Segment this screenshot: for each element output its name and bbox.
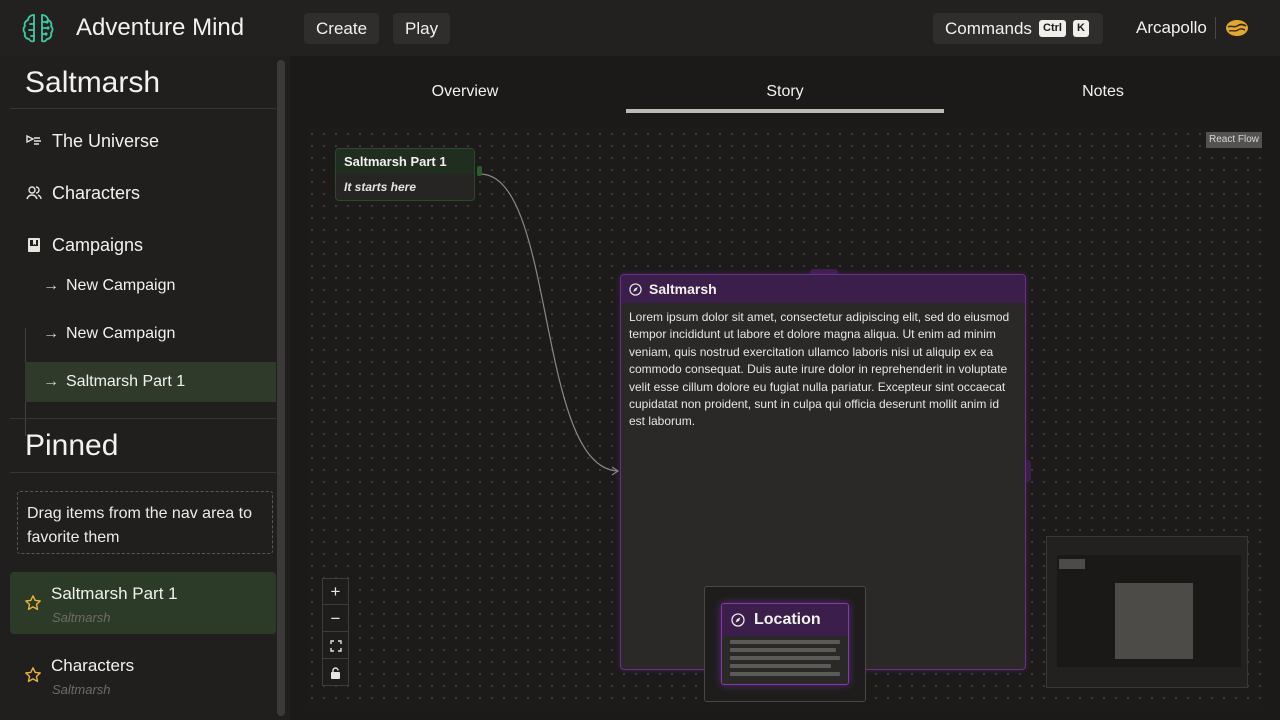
campaign-item-active[interactable]: → Saltmarsh Part 1: [25, 362, 276, 402]
star-icon[interactable]: [24, 594, 42, 612]
create-button[interactable]: Create: [304, 13, 380, 44]
user-name[interactable]: Arcapollo: [1136, 18, 1207, 38]
sidebar-item-label: Characters: [52, 182, 141, 203]
node-source-handle[interactable]: [1026, 460, 1031, 482]
minimap-node: [1115, 583, 1193, 659]
arrow-right-icon: →: [43, 325, 59, 342]
minimap-node: [1059, 559, 1085, 569]
node-header: Saltmarsh: [621, 275, 1025, 303]
commands-label: Commands: [945, 19, 1032, 38]
pinned-title: Pinned: [25, 429, 119, 462]
zoom-out-button[interactable]: −: [323, 606, 348, 632]
tab-story[interactable]: Story: [626, 72, 944, 114]
campaign-label: New Campaign: [66, 277, 176, 294]
divider: [10, 418, 276, 419]
pinned-item-title: Characters: [51, 656, 135, 675]
react-flow-attribution[interactable]: React Flow: [1206, 132, 1262, 148]
campaign-label: Saltmarsh Part 1: [66, 373, 186, 390]
tab-notes[interactable]: Notes: [944, 72, 1262, 114]
play-button[interactable]: Play: [393, 13, 451, 44]
user-divider: [1215, 17, 1216, 39]
tab-bar: Overview Story Notes: [306, 72, 1262, 114]
node-body: It starts here: [344, 180, 417, 194]
pinned-item[interactable]: Saltmarsh Part 1 Saltmarsh: [10, 572, 276, 634]
star-icon[interactable]: [24, 666, 42, 684]
pinned-item-subtitle: Saltmarsh: [52, 682, 111, 697]
node-title: Saltmarsh Part 1: [336, 149, 474, 174]
campaign-label: New Campaign: [66, 325, 176, 342]
campaign-item[interactable]: → New Campaign: [25, 314, 276, 354]
node-body: Lorem ipsum dolor sit amet, consectetur …: [629, 310, 1010, 429]
fit-view-button[interactable]: [323, 633, 348, 659]
flow-canvas[interactable]: React Flow Saltmarsh Part 1 It starts he…: [306, 128, 1262, 706]
sidebar-item-campaigns[interactable]: Campaigns: [10, 223, 276, 267]
pinned-item-subtitle: Saltmarsh: [52, 610, 111, 625]
sidebar-item-universe[interactable]: The Universe: [10, 119, 276, 163]
sidebar-scrollbar[interactable]: [277, 60, 285, 716]
commands-button[interactable]: Commands Ctrl K: [933, 13, 1103, 44]
node-title: Saltmarsh: [649, 281, 717, 297]
kbd-ctrl: Ctrl: [1039, 20, 1066, 37]
compass-icon: [629, 283, 642, 296]
universe-icon: [26, 134, 41, 145]
story-node-part1[interactable]: Saltmarsh Part 1 It starts here: [335, 148, 475, 201]
brain-circuit-logo-icon[interactable]: [20, 10, 56, 46]
top-bar: Adventure Mind Create Play Commands Ctrl…: [0, 0, 1280, 56]
arrow-right-icon: →: [43, 277, 59, 294]
location-title: Location: [754, 611, 821, 628]
pinned-item-title: Saltmarsh Part 1: [51, 584, 178, 603]
active-tab-indicator: [626, 109, 944, 113]
sidebar-item-label: The Universe: [52, 130, 160, 151]
node-header: Location: [722, 604, 848, 636]
kbd-k: K: [1073, 20, 1089, 37]
placeholder-lines: [722, 636, 848, 684]
compass-icon: [731, 613, 745, 627]
avatar[interactable]: [1225, 16, 1249, 40]
flow-controls: + −: [322, 578, 349, 686]
book-icon: [28, 238, 40, 252]
lock-icon: [331, 667, 340, 679]
tab-overview[interactable]: Overview: [306, 72, 624, 114]
flow-edge: [479, 173, 619, 472]
divider: [10, 472, 276, 473]
pinned-item[interactable]: Characters Saltmarsh: [10, 644, 276, 706]
sidebar-item-label: Campaigns: [52, 234, 144, 255]
campaign-item[interactable]: → New Campaign: [25, 266, 276, 306]
minimap[interactable]: [1046, 536, 1248, 688]
drag-preview-card[interactable]: Location: [704, 586, 866, 702]
fit-view-icon: [329, 640, 342, 652]
location-node-preview: Location: [721, 603, 849, 685]
sidebar-title: Saltmarsh: [25, 66, 161, 99]
divider: [10, 108, 276, 109]
characters-icon: [26, 186, 42, 200]
sidebar-item-characters[interactable]: Characters: [10, 171, 276, 215]
arrow-right-icon: →: [43, 373, 59, 390]
app-title: Adventure Mind: [76, 14, 245, 41]
pin-drop-zone[interactable]: Drag items from the nav area to favorite…: [17, 491, 273, 554]
node-source-handle[interactable]: [477, 166, 482, 176]
zoom-in-button[interactable]: +: [323, 579, 348, 605]
lock-button[interactable]: [323, 660, 348, 686]
